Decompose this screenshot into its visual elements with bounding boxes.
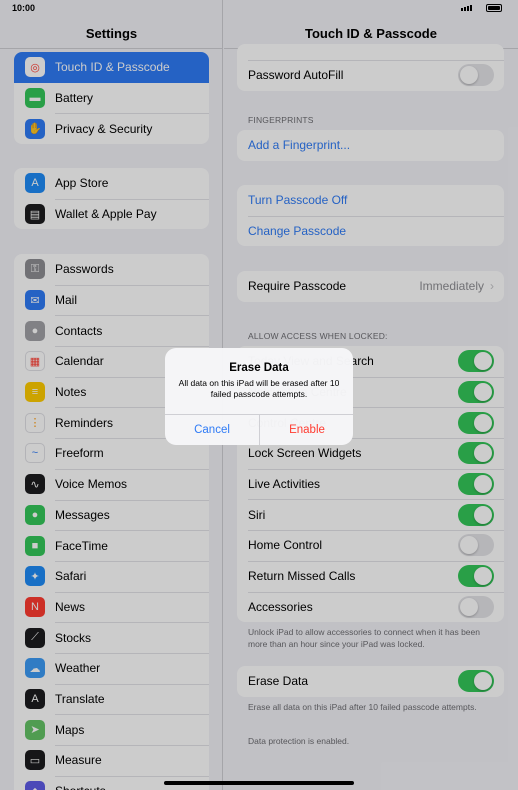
alert-enable-button[interactable]: Enable [260, 415, 353, 445]
erase-data-alert: Erase Data All data on this iPad will be… [165, 348, 353, 445]
home-indicator[interactable] [164, 781, 354, 785]
alert-cancel-button[interactable]: Cancel [165, 415, 259, 445]
alert-title: Erase Data [229, 362, 289, 374]
alert-message: All data on this iPad will be erased aft… [178, 378, 340, 399]
